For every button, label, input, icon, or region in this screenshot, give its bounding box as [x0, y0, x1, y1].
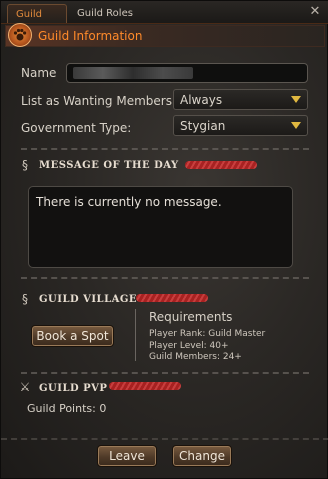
tab-guild-info[interactable]: Guild Info — [7, 4, 67, 39]
guild-village-title: GUILD VILLAGE — [39, 294, 138, 305]
name-label: Name — [21, 66, 57, 80]
motd-text: There is currently no message. — [36, 195, 222, 209]
government-type-label: Government Type: — [21, 121, 132, 135]
scroll-icon: § — [22, 292, 28, 306]
page-title: Guild Information — [38, 29, 143, 43]
list-wanting-label: List as Wanting Members — [21, 94, 172, 108]
leave-button[interactable]: Leave — [97, 445, 157, 467]
guild-pvp-title: GUILD PVP — [39, 383, 108, 394]
redacted-name — [73, 67, 193, 79]
req-player-rank: Player Rank: Guild Master — [149, 329, 266, 339]
change-button[interactable]: Change — [172, 445, 232, 467]
scroll-icon: § — [22, 158, 28, 172]
req-guild-members: Guild Members: 24+ — [149, 352, 242, 362]
list-wanting-value: Always — [180, 93, 223, 107]
motd-textbox[interactable]: There is currently no message. — [28, 186, 293, 268]
divider — [21, 148, 309, 150]
section-header: Guild Information — [5, 23, 325, 47]
guild-paw-emblem-icon — [8, 23, 32, 47]
chevron-down-icon — [291, 96, 301, 103]
close-icon[interactable]: ✕ — [307, 4, 323, 20]
guild-points: Guild Points: 0 — [27, 402, 107, 415]
vertical-divider — [135, 309, 136, 361]
tab-bar: Guild Info Guild Roles ✕ — [1, 1, 328, 39]
chevron-down-icon — [291, 122, 301, 129]
requirements-title: Requirements — [149, 310, 233, 324]
government-type-select[interactable]: Stygian — [173, 115, 308, 136]
req-player-level: Player Level: 40+ — [149, 341, 229, 351]
motd-title: MESSAGE OF THE DAY — [39, 160, 179, 171]
book-spot-button[interactable]: Book a Spot — [31, 325, 114, 347]
redaction-mark — [185, 161, 257, 169]
divider — [21, 277, 309, 279]
list-wanting-select[interactable]: Always — [173, 89, 308, 110]
redaction-mark — [136, 294, 208, 302]
name-field[interactable] — [66, 63, 308, 83]
divider — [1, 438, 328, 442]
guild-window: Guild Info Guild Roles ✕ Guild Informati… — [0, 0, 328, 479]
government-type-value: Stygian — [180, 119, 226, 133]
divider — [21, 372, 309, 374]
crossed-swords-icon: ⚔ — [19, 380, 31, 394]
redaction-mark — [109, 382, 181, 390]
tab-guild-roles[interactable]: Guild Roles — [69, 4, 145, 23]
